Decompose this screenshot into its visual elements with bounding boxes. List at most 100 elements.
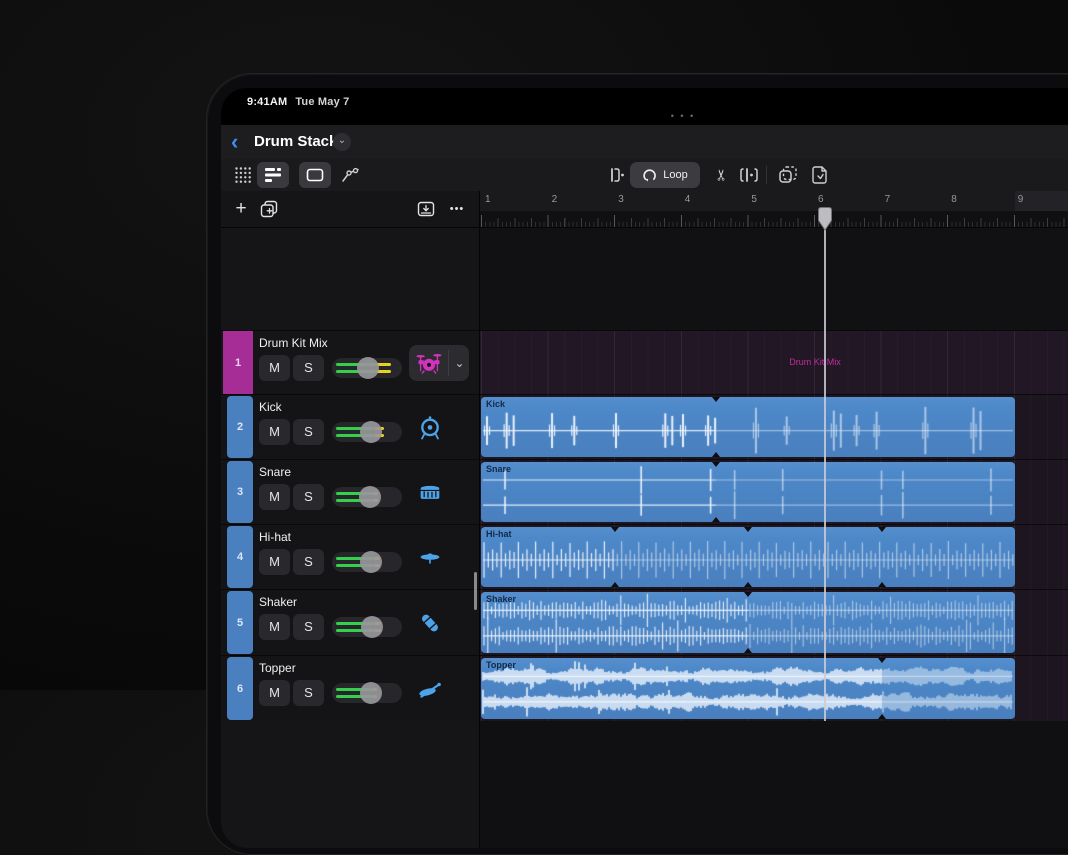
snare-drum-icon[interactable] <box>416 479 444 507</box>
fader-knob[interactable] <box>359 421 382 443</box>
audio-region[interactable]: Kick <box>481 397 1015 457</box>
volume-fader[interactable] <box>332 616 402 638</box>
fader-knob[interactable] <box>360 616 383 638</box>
kick-drum-icon[interactable] <box>416 414 444 442</box>
more-button[interactable]: ••• <box>445 197 469 221</box>
solo-button[interactable]: S <box>293 419 324 445</box>
volume-fader[interactable] <box>332 357 402 379</box>
track-number: 4 <box>236 551 244 563</box>
volume-fader[interactable] <box>332 421 402 443</box>
add-track-button[interactable]: + <box>229 197 253 221</box>
track-name[interactable]: Topper <box>259 661 296 675</box>
track-lane[interactable]: Hi-hat <box>480 524 1068 589</box>
solo-button[interactable]: S <box>293 680 324 706</box>
volume-fader[interactable] <box>332 682 402 704</box>
track-name[interactable]: Drum Kit Mix <box>259 336 328 350</box>
ruler-ticks[interactable] <box>480 211 1068 228</box>
loop-button[interactable]: Loop <box>630 162 700 188</box>
duplicate-track-button[interactable] <box>257 197 281 221</box>
solo-button[interactable]: S <box>293 614 324 640</box>
fader-knob[interactable] <box>360 551 383 573</box>
track-lane[interactable]: Drum Kit Mix <box>480 330 1068 394</box>
playhead-handle[interactable] <box>818 207 832 231</box>
track-lane[interactable]: Topper <box>480 655 1068 721</box>
solo-button[interactable]: S <box>293 484 324 510</box>
topper-icon[interactable] <box>416 675 444 703</box>
multitasking-indicator[interactable]: • • • <box>668 111 698 121</box>
project-title[interactable]: Drum Stack <box>254 125 337 159</box>
mute-button[interactable]: M <box>259 419 290 445</box>
mute-button[interactable]: M <box>259 614 290 640</box>
track-lane[interactable]: Kick <box>480 394 1068 459</box>
grid-view-button[interactable] <box>227 162 259 188</box>
status-time-date: 9:41AM Tue May 7 <box>247 96 350 108</box>
loop-label: Loop <box>663 169 688 181</box>
track-number-tab[interactable]: 6 <box>227 657 253 720</box>
audio-region[interactable]: Topper <box>481 658 1015 719</box>
tracks-view-button[interactable] <box>257 162 289 188</box>
audio-region[interactable]: Snare <box>481 462 1015 522</box>
stack-region-label: Drum Kit Mix <box>789 357 841 367</box>
waveform <box>481 397 1015 457</box>
loop-notch <box>711 452 720 457</box>
volume-fader[interactable] <box>332 551 402 573</box>
solo-button[interactable]: S <box>293 549 324 575</box>
track-lane[interactable]: Snare <box>480 459 1068 524</box>
stack-icon-panel[interactable]: ⌄ <box>409 345 469 381</box>
track-name[interactable]: Snare <box>259 465 291 479</box>
hi-hat-icon[interactable] <box>416 544 444 572</box>
loop-notch <box>877 582 886 587</box>
marquee-tool-button[interactable] <box>299 162 331 188</box>
fader-knob[interactable] <box>359 486 382 508</box>
track-number-tab[interactable]: 2 <box>227 396 253 458</box>
track-number-tab[interactable]: 3 <box>227 461 253 523</box>
track-row[interactable]: 6 Topper M S <box>221 655 479 721</box>
status-bar: 9:41AM Tue May 7 • • • <box>221 88 1068 125</box>
loop-notch <box>744 527 752 532</box>
track-row[interactable]: 2 Kick M S <box>221 394 479 459</box>
fader-knob[interactable] <box>359 682 382 704</box>
track-name[interactable]: Shaker <box>259 595 297 609</box>
mute-button[interactable]: M <box>259 549 290 575</box>
track-header-panel: + ••• 1 Drum Kit Mix M S ⌄ 2 Kick M S 3 … <box>221 191 479 848</box>
track-row[interactable]: 1 Drum Kit Mix M S ⌄ <box>221 330 479 395</box>
track-row[interactable]: 4 Hi-hat M S <box>221 524 479 589</box>
bar-number: 6 <box>818 194 824 205</box>
stack-collapse-chevron-icon[interactable]: ⌄ <box>450 345 469 381</box>
waveform <box>481 527 1015 587</box>
mute-button[interactable]: M <box>259 484 290 510</box>
bar-ticks <box>480 215 1068 227</box>
join-button[interactable] <box>733 162 765 188</box>
title-dropdown-icon[interactable]: ⌄ <box>333 133 351 151</box>
bar-ruler[interactable]: 1 2 3 4 5 6 7 8 9 <box>480 191 1068 211</box>
track-import-button[interactable] <box>414 197 438 221</box>
trim-start-button[interactable] <box>599 162 631 188</box>
back-chevron-icon[interactable]: ‹ <box>231 128 238 156</box>
solo-button[interactable]: S <box>293 355 324 381</box>
automation-icon <box>342 167 359 182</box>
track-row[interactable]: 3 Snare M S <box>221 459 479 524</box>
mute-button[interactable]: M <box>259 680 290 706</box>
paste-region-button[interactable] <box>804 162 836 188</box>
track-panel-scrollbar[interactable] <box>474 572 477 610</box>
track-number-tab[interactable]: 1 <box>223 331 253 395</box>
fader-knob[interactable] <box>356 357 379 379</box>
track-lane[interactable]: Shaker <box>480 589 1068 655</box>
status-time: 9:41AM <box>247 96 288 108</box>
loop-notch <box>877 527 886 532</box>
copy-region-icon <box>779 166 797 183</box>
bar-number: 7 <box>884 194 891 205</box>
shaker-icon[interactable] <box>416 609 444 637</box>
volume-fader[interactable] <box>332 486 402 508</box>
track-name[interactable]: Hi-hat <box>259 530 291 544</box>
drum-kit-icon <box>415 349 443 377</box>
automation-button[interactable] <box>335 162 367 188</box>
mute-button[interactable]: M <box>259 355 290 381</box>
track-row[interactable]: 5 Shaker M S <box>221 589 479 655</box>
track-number-tab[interactable]: 4 <box>227 526 253 588</box>
track-number-tab[interactable]: 5 <box>227 591 253 654</box>
track-name[interactable]: Kick <box>259 400 282 414</box>
audio-region[interactable]: Hi-hat <box>481 527 1015 587</box>
audio-region[interactable]: Shaker <box>481 592 1015 653</box>
copy-region-button[interactable] <box>772 162 804 188</box>
